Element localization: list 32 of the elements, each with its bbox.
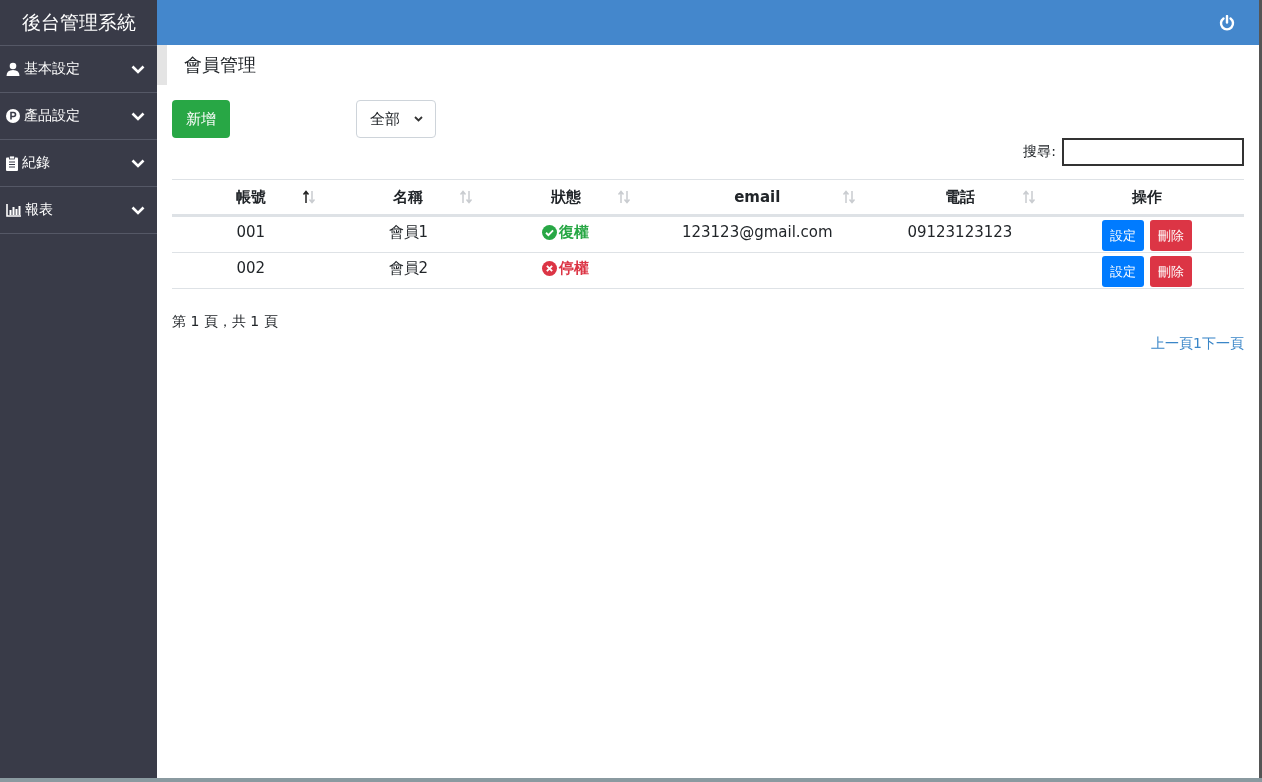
table-cell: 001 <box>236 223 266 241</box>
table-cell: 123123@gmail.com <box>681 223 833 241</box>
column-header[interactable]: 狀態 <box>550 187 581 207</box>
page-title: 會員管理 <box>184 53 256 77</box>
sidebar-item[interactable]: 產品設定 <box>0 93 157 140</box>
column-header[interactable]: email <box>734 188 781 206</box>
pagination-link[interactable]: 下一頁 <box>1202 335 1244 353</box>
column-header[interactable]: 名稱 <box>393 187 424 207</box>
table-cell: 會員1 <box>388 223 429 241</box>
table-cell: 09123123123 <box>907 223 1013 241</box>
delete-button[interactable]: 刪除 <box>1149 256 1192 287</box>
column-header: 操作 <box>1131 187 1162 207</box>
status-label: 復權 <box>542 223 590 242</box>
sidebar-item-label: 基本設定 <box>24 60 81 78</box>
sidebar-item[interactable]: 報表 <box>0 187 157 234</box>
pagination-link[interactable]: 1 <box>1193 335 1202 353</box>
settings-button[interactable]: 設定 <box>1101 220 1144 251</box>
sidebar-item-label: 報表 <box>25 201 54 219</box>
page-info: 第 1 頁，共 1 頁 <box>172 313 279 331</box>
sidebar-item[interactable]: 紀錄 <box>0 140 157 187</box>
filter-dropdown[interactable]: 全部 <box>356 100 436 138</box>
delete-button[interactable]: 刪除 <box>1149 220 1192 251</box>
settings-button[interactable]: 設定 <box>1101 256 1144 287</box>
pagination-link[interactable]: 上一頁 <box>1151 335 1194 353</box>
table-cell: 002 <box>236 259 266 277</box>
sidebar-item-label: 產品設定 <box>24 107 81 125</box>
table-cell: 會員2 <box>388 259 429 277</box>
search-label: 搜尋: <box>1023 143 1056 161</box>
column-header[interactable]: 電話 <box>944 187 975 207</box>
sidebar-item-label: 紀錄 <box>22 154 51 172</box>
column-header[interactable]: 帳號 <box>235 187 266 207</box>
status-label: 停權 <box>542 259 590 278</box>
